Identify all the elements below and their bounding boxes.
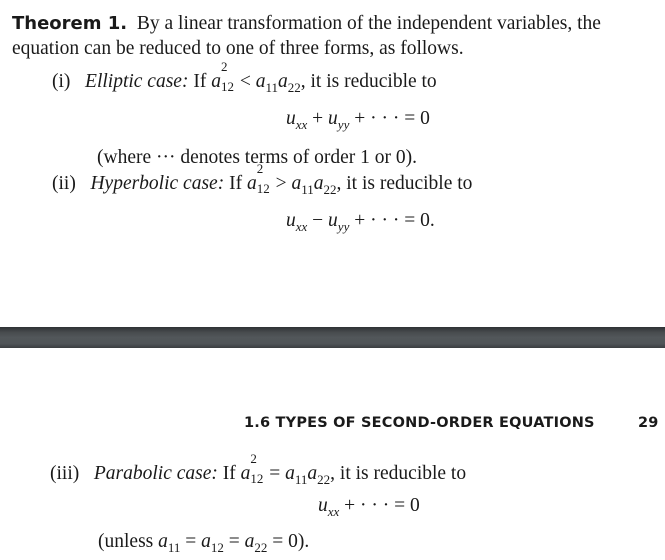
case-iii-number: (iii) (50, 463, 80, 484)
case-iii-condition: a 2 12 = a11a22 (240, 451, 331, 487)
case-ii-suffix: , it is reducible to (336, 173, 473, 194)
case-i-name: Elliptic case: (85, 71, 189, 92)
case-i-equation: uxx + uyy + · · · = 0 (286, 108, 430, 132)
case-i-suffix: , it is reducible to (300, 71, 437, 92)
theorem-label: Theorem 1. (12, 13, 128, 34)
case-iii-name: Parabolic case: (93, 463, 218, 484)
case-i-line: (i) Elliptic case: If a 2 12 < a11a22, it … (52, 59, 437, 95)
theorem-line-1: Theorem 1. By a linear transformation of… (12, 12, 601, 36)
page-break-bar (0, 327, 665, 348)
case-i-number: (i) (52, 71, 71, 92)
case-i-condition: a 2 12 < a11a22 (211, 59, 301, 95)
case-ii-name: Hyperbolic case: (90, 173, 225, 194)
case-iii-if: If (222, 463, 236, 484)
case-iii-line: (iii) Parabolic case: If a 2 12 = a11a22, … (50, 451, 467, 487)
case-i-if: If (193, 71, 207, 92)
case-ii-equation: uxx − uyy + · · · = 0. (286, 210, 435, 234)
case-iii-note: (unless a11 = a12 = a22 = 0). (98, 531, 310, 555)
page-number: 29 (638, 415, 659, 431)
case-iii-suffix: , it is reducible to (330, 463, 467, 484)
theorem-text-1: By a linear transformation of the indepe… (136, 13, 601, 34)
case-iii-equation: uxx + · · · = 0 (318, 495, 420, 519)
case-ii-number: (ii) (52, 173, 76, 194)
case-ii-line: (ii) Hyperbolic case: If a 2 12 > a11a22, … (52, 161, 473, 197)
theorem-line-2: equation can be reduced to one of three … (12, 38, 464, 59)
running-head: 1.6 TYPES OF SECOND-ORDER EQUATIONS (244, 415, 595, 431)
case-ii-condition: a 2 12 > a11a22 (246, 161, 337, 197)
case-ii-if: If (229, 173, 243, 194)
